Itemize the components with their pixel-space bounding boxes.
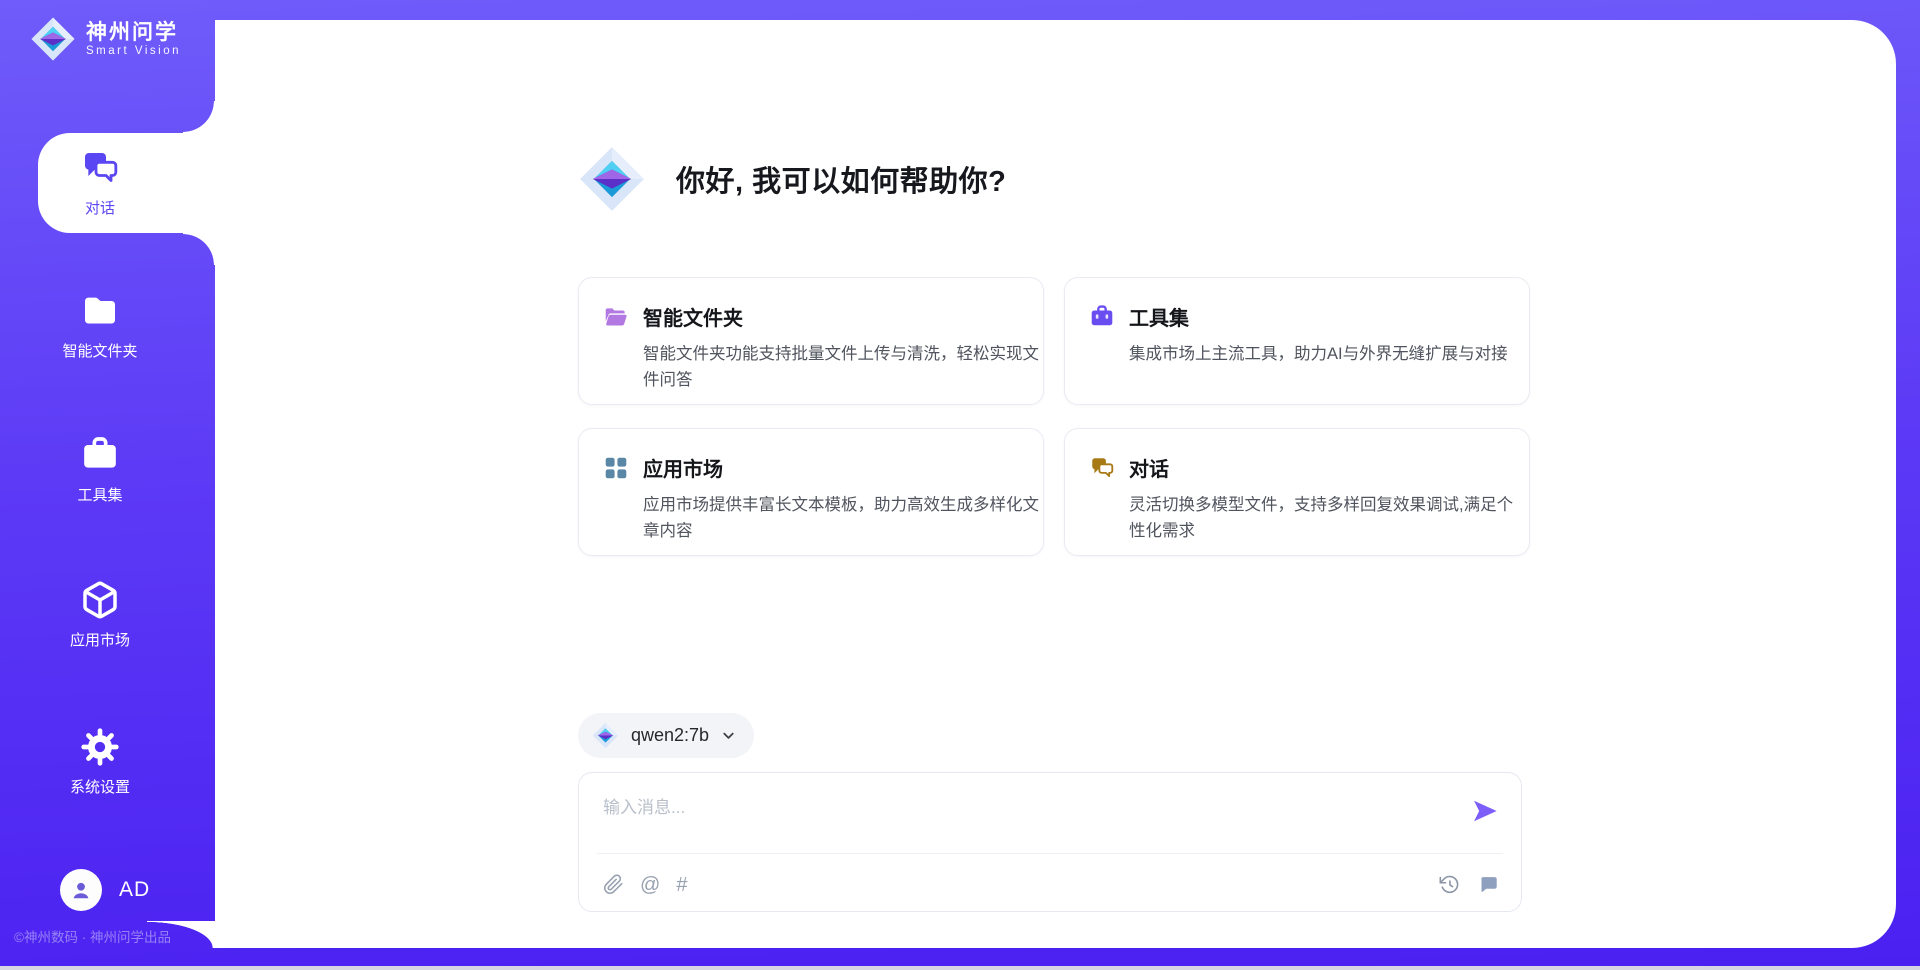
sidebar-item-app-market[interactable]: 应用市场 — [38, 565, 162, 665]
card-toolset[interactable]: 工具集 集成市场上主流工具，助力AI与外界无缝扩展与对接 — [1064, 277, 1530, 405]
composer-divider — [597, 853, 1503, 854]
sidebar-item-chat[interactable]: 对话 — [38, 133, 215, 233]
sidebar: 神州问学 Smart Vision 对话 智能文件夹 工具集 应用市场 系统设置 — [0, 0, 215, 970]
brand-name: 神州问学 — [86, 21, 181, 45]
model-name: qwen2:7b — [631, 725, 709, 746]
window-bottom-edge — [0, 966, 1920, 970]
chat-icon — [1089, 455, 1115, 481]
card-title: 对话 — [1129, 453, 1169, 482]
main-panel: 你好, 我可以如何帮助你? 智能文件夹 智能文件夹功能支持批量文件上传与清洗，轻… — [215, 20, 1896, 948]
user-account[interactable]: AD — [60, 869, 150, 911]
folder-icon — [80, 291, 120, 331]
card-description: 灵活切换多模型文件，支持多样回复效果调试,满足个性化需求 — [1129, 492, 1525, 545]
model-logo-icon — [592, 722, 619, 749]
avatar — [60, 869, 102, 911]
greeting-text: 你好, 我可以如何帮助你? — [676, 158, 1006, 200]
briefcase-icon — [1089, 304, 1115, 330]
message-input[interactable] — [579, 773, 1521, 837]
brand: 神州问学 Smart Vision — [30, 16, 181, 62]
panel-fillet-bottom-left — [147, 921, 215, 948]
message-composer: @ # — [578, 772, 1522, 912]
sidebar-item-label: 应用市场 — [70, 629, 130, 650]
card-app-market[interactable]: 应用市场 应用市场提供丰富长文本模板，助力高效生成多样化文章内容 — [578, 428, 1044, 556]
card-smart-folder[interactable]: 智能文件夹 智能文件夹功能支持批量文件上传与清洗，轻松实现文件问答 — [578, 277, 1044, 405]
sidebar-item-label: 工具集 — [77, 484, 122, 505]
briefcase-icon — [80, 435, 120, 475]
sidebar-item-smart-folder[interactable]: 智能文件夹 — [38, 276, 162, 376]
cube-icon — [80, 580, 120, 620]
chat-icon — [80, 148, 120, 188]
sidebar-item-label: 智能文件夹 — [62, 340, 137, 361]
card-title: 工具集 — [1129, 302, 1189, 331]
attachment-icon[interactable] — [603, 874, 624, 895]
user-initials: AD — [119, 878, 150, 902]
sidebar-item-toolset[interactable]: 工具集 — [38, 420, 162, 520]
brand-logo-icon — [30, 16, 76, 62]
sidebar-item-label: 系统设置 — [70, 776, 130, 797]
hashtag-icon[interactable]: # — [676, 875, 687, 895]
model-selector[interactable]: qwen2:7b — [578, 713, 754, 758]
chat-bubble-icon[interactable] — [1478, 874, 1499, 895]
composer-toolbar: @ # — [603, 874, 1499, 895]
greeting-logo-icon — [578, 145, 646, 213]
tab-fillet-top — [183, 101, 215, 133]
gear-icon — [80, 727, 120, 767]
card-description: 集成市场上主流工具，助力AI与外界无缝扩展与对接 — [1129, 341, 1525, 367]
send-icon[interactable] — [1471, 797, 1499, 825]
chevron-down-icon — [721, 728, 736, 743]
sidebar-item-settings[interactable]: 系统设置 — [38, 712, 162, 812]
card-description: 应用市场提供丰富长文本模板，助力高效生成多样化文章内容 — [643, 492, 1039, 545]
card-title: 智能文件夹 — [643, 302, 743, 331]
sidebar-item-label: 对话 — [85, 197, 115, 218]
person-icon — [68, 877, 94, 903]
card-chat[interactable]: 对话 灵活切换多模型文件，支持多样回复效果调试,满足个性化需求 — [1064, 428, 1530, 556]
brand-subtitle: Smart Vision — [86, 45, 181, 57]
history-icon[interactable] — [1439, 874, 1460, 895]
mention-icon[interactable]: @ — [640, 875, 660, 895]
folder-open-icon — [603, 304, 629, 330]
card-description: 智能文件夹功能支持批量文件上传与清洗，轻松实现文件问答 — [643, 341, 1039, 394]
tab-fillet-bottom — [183, 233, 215, 265]
feature-cards: 智能文件夹 智能文件夹功能支持批量文件上传与清洗，轻松实现文件问答 工具集 集成… — [578, 277, 1530, 556]
apps-grid-icon — [603, 455, 629, 481]
greeting: 你好, 我可以如何帮助你? — [578, 145, 1006, 213]
card-title: 应用市场 — [643, 453, 723, 482]
